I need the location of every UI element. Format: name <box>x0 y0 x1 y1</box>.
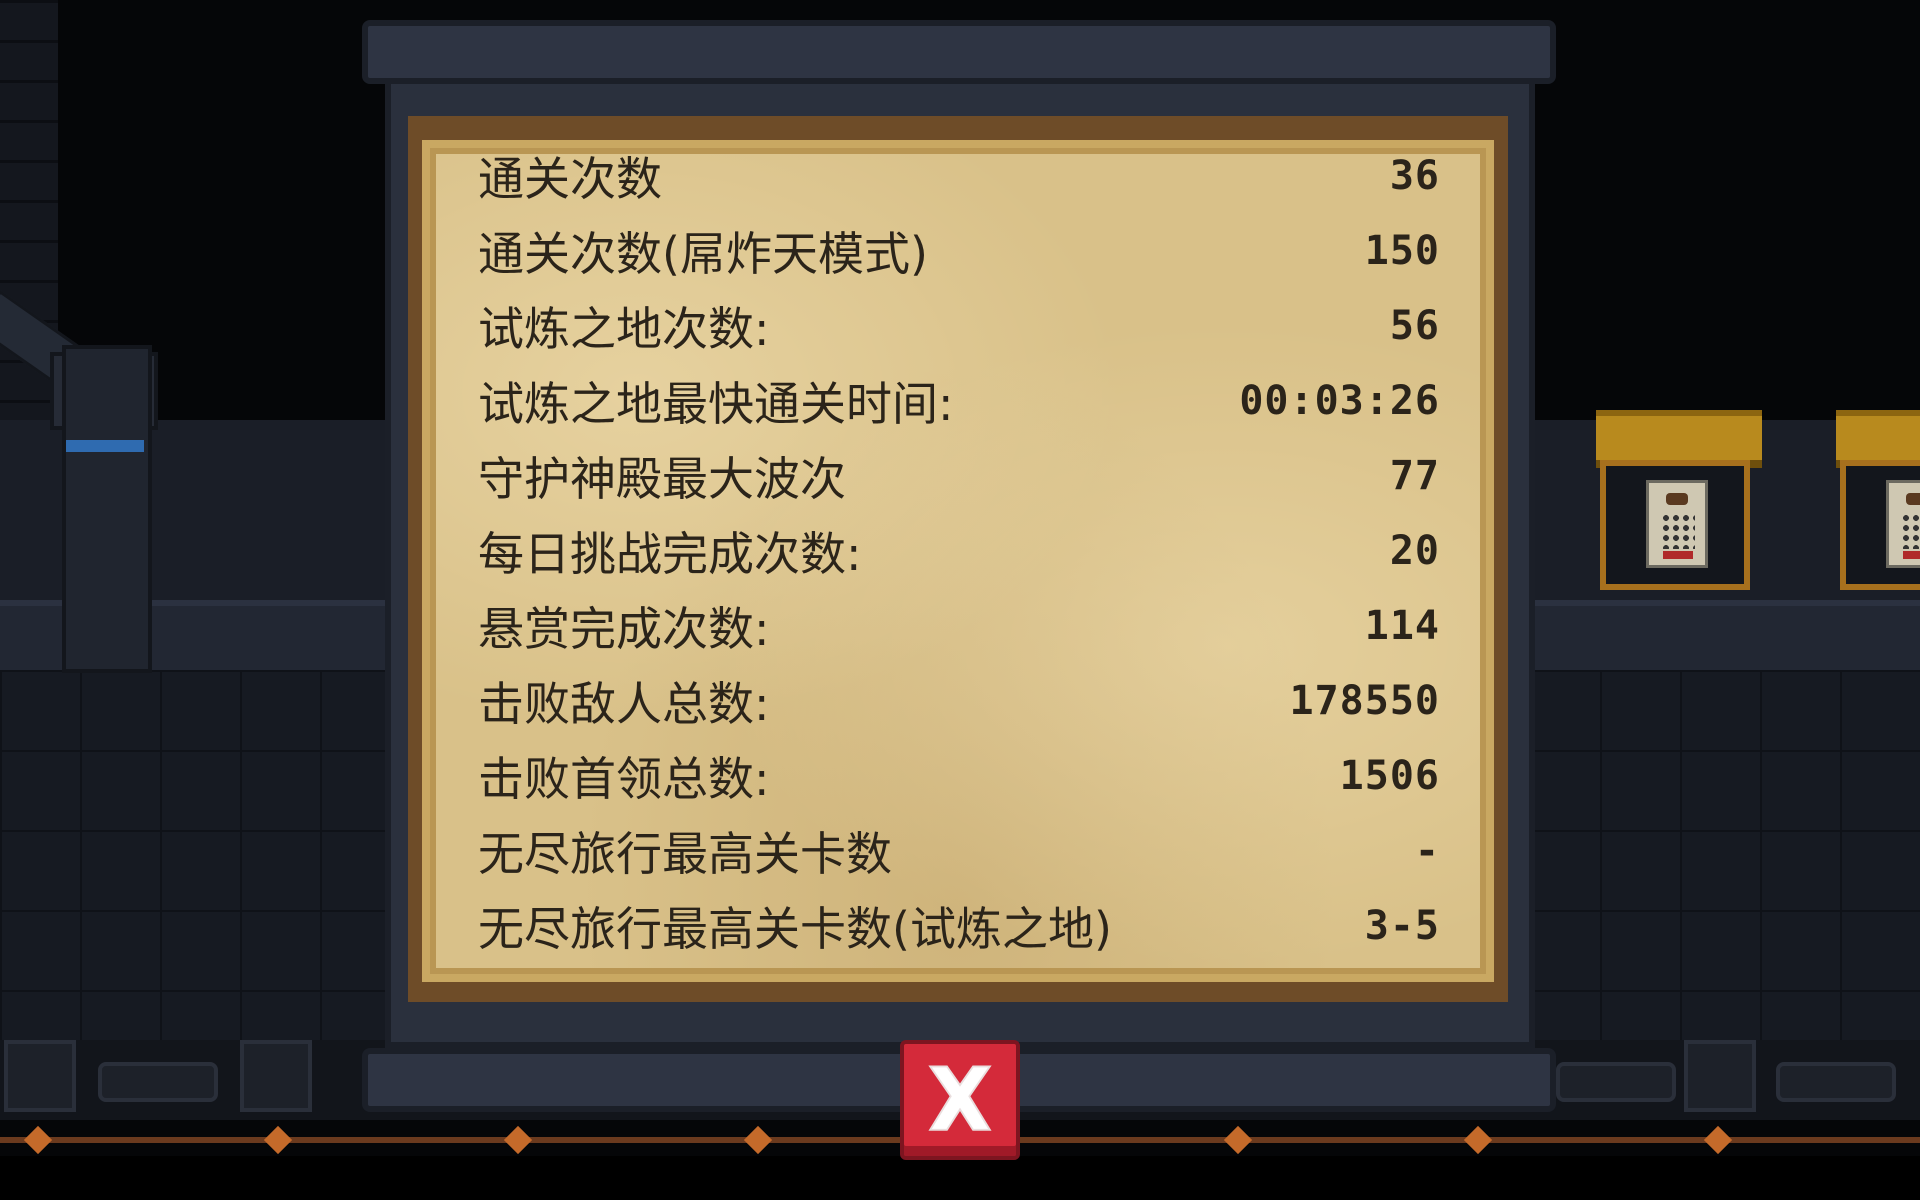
stat-row-clear-count: 通关次数 36 <box>478 143 1440 209</box>
stat-row-bounty-count: 悬赏完成次数: 114 <box>478 593 1440 659</box>
stat-value: 1506 <box>1339 753 1440 799</box>
card-pattern <box>1661 513 1695 549</box>
close-icon <box>928 1065 992 1131</box>
background-pillar <box>62 345 152 673</box>
stat-row-trial-fastest-time: 试炼之地最快通关时间: 00:03:26 <box>478 368 1440 434</box>
background-pillar-light <box>66 440 144 452</box>
stat-row-temple-max-wave: 守护神殿最大波次 77 <box>478 443 1440 509</box>
stat-value: - <box>1414 828 1440 874</box>
trim-stud <box>1703 1125 1733 1155</box>
stat-value: 20 <box>1389 528 1440 574</box>
rail-slot <box>1556 1062 1676 1102</box>
stat-row-bosses-defeated: 击败首领总数: 1506 <box>478 743 1440 809</box>
background-card-frame <box>1600 460 1750 590</box>
background-card-frame <box>1840 460 1920 590</box>
stat-value: 114 <box>1364 603 1440 649</box>
background-bottom <box>0 1156 1920 1200</box>
close-button[interactable] <box>900 1040 1020 1160</box>
stat-value: 150 <box>1364 228 1440 274</box>
stat-label: 无尽旅行最高关卡数 <box>478 827 892 881</box>
rail-slot <box>98 1062 218 1102</box>
card-emblem <box>1666 493 1688 505</box>
stat-label: 每日挑战完成次数: <box>478 527 862 581</box>
stat-value: 00:03:26 <box>1239 378 1440 424</box>
trim-stud <box>503 1125 533 1155</box>
stat-value: 3-5 <box>1364 903 1440 949</box>
rail-block <box>1684 1040 1756 1112</box>
stat-label: 击败敌人总数: <box>478 677 770 731</box>
trim-stud <box>1463 1125 1493 1155</box>
stat-label: 守护神殿最大波次 <box>478 452 846 506</box>
stat-label: 击败首领总数: <box>478 752 770 806</box>
stat-row-daily-challenge: 每日挑战完成次数: 20 <box>478 518 1440 584</box>
stat-row-endless-max-level: 无尽旅行最高关卡数 - <box>478 818 1440 884</box>
rail-block <box>4 1040 76 1112</box>
background-card <box>1646 480 1708 568</box>
stat-label: 悬赏完成次数: <box>478 602 770 656</box>
trim-stud <box>23 1125 53 1155</box>
card-pattern <box>1901 513 1920 549</box>
stat-value: 178550 <box>1289 678 1440 724</box>
stat-label: 通关次数(屌炸天模式) <box>478 227 928 281</box>
game-scene: 通关次数 36 通关次数(屌炸天模式) 150 试炼之地次数: 56 试炼之地最… <box>0 0 1920 1200</box>
stat-label: 试炼之地最快通关时间: <box>478 377 954 431</box>
rail-block <box>240 1040 312 1112</box>
stat-row-clear-count-hard: 通关次数(屌炸天模式) 150 <box>478 218 1440 284</box>
background-card <box>1886 480 1920 568</box>
stat-row-endless-max-level-trial: 无尽旅行最高关卡数(试炼之地) 3-5 <box>478 893 1440 959</box>
card-mark <box>1663 551 1693 559</box>
scroll-top-roller <box>362 20 1556 84</box>
card-emblem <box>1906 493 1920 505</box>
stat-value: 56 <box>1389 303 1440 349</box>
stat-label: 试炼之地次数: <box>478 302 770 356</box>
stat-label: 通关次数 <box>478 152 662 206</box>
trim-stud <box>743 1125 773 1155</box>
stat-value: 77 <box>1389 453 1440 499</box>
card-mark <box>1903 551 1920 559</box>
stat-label: 无尽旅行最高关卡数(试炼之地) <box>478 902 1112 956</box>
trim-stud <box>263 1125 293 1155</box>
trim-stud <box>1223 1125 1253 1155</box>
stat-row-enemies-defeated: 击败敌人总数: 178550 <box>478 668 1440 734</box>
rail-slot <box>1776 1062 1896 1102</box>
stat-value: 36 <box>1389 153 1440 199</box>
stat-row-trial-count: 试炼之地次数: 56 <box>478 293 1440 359</box>
